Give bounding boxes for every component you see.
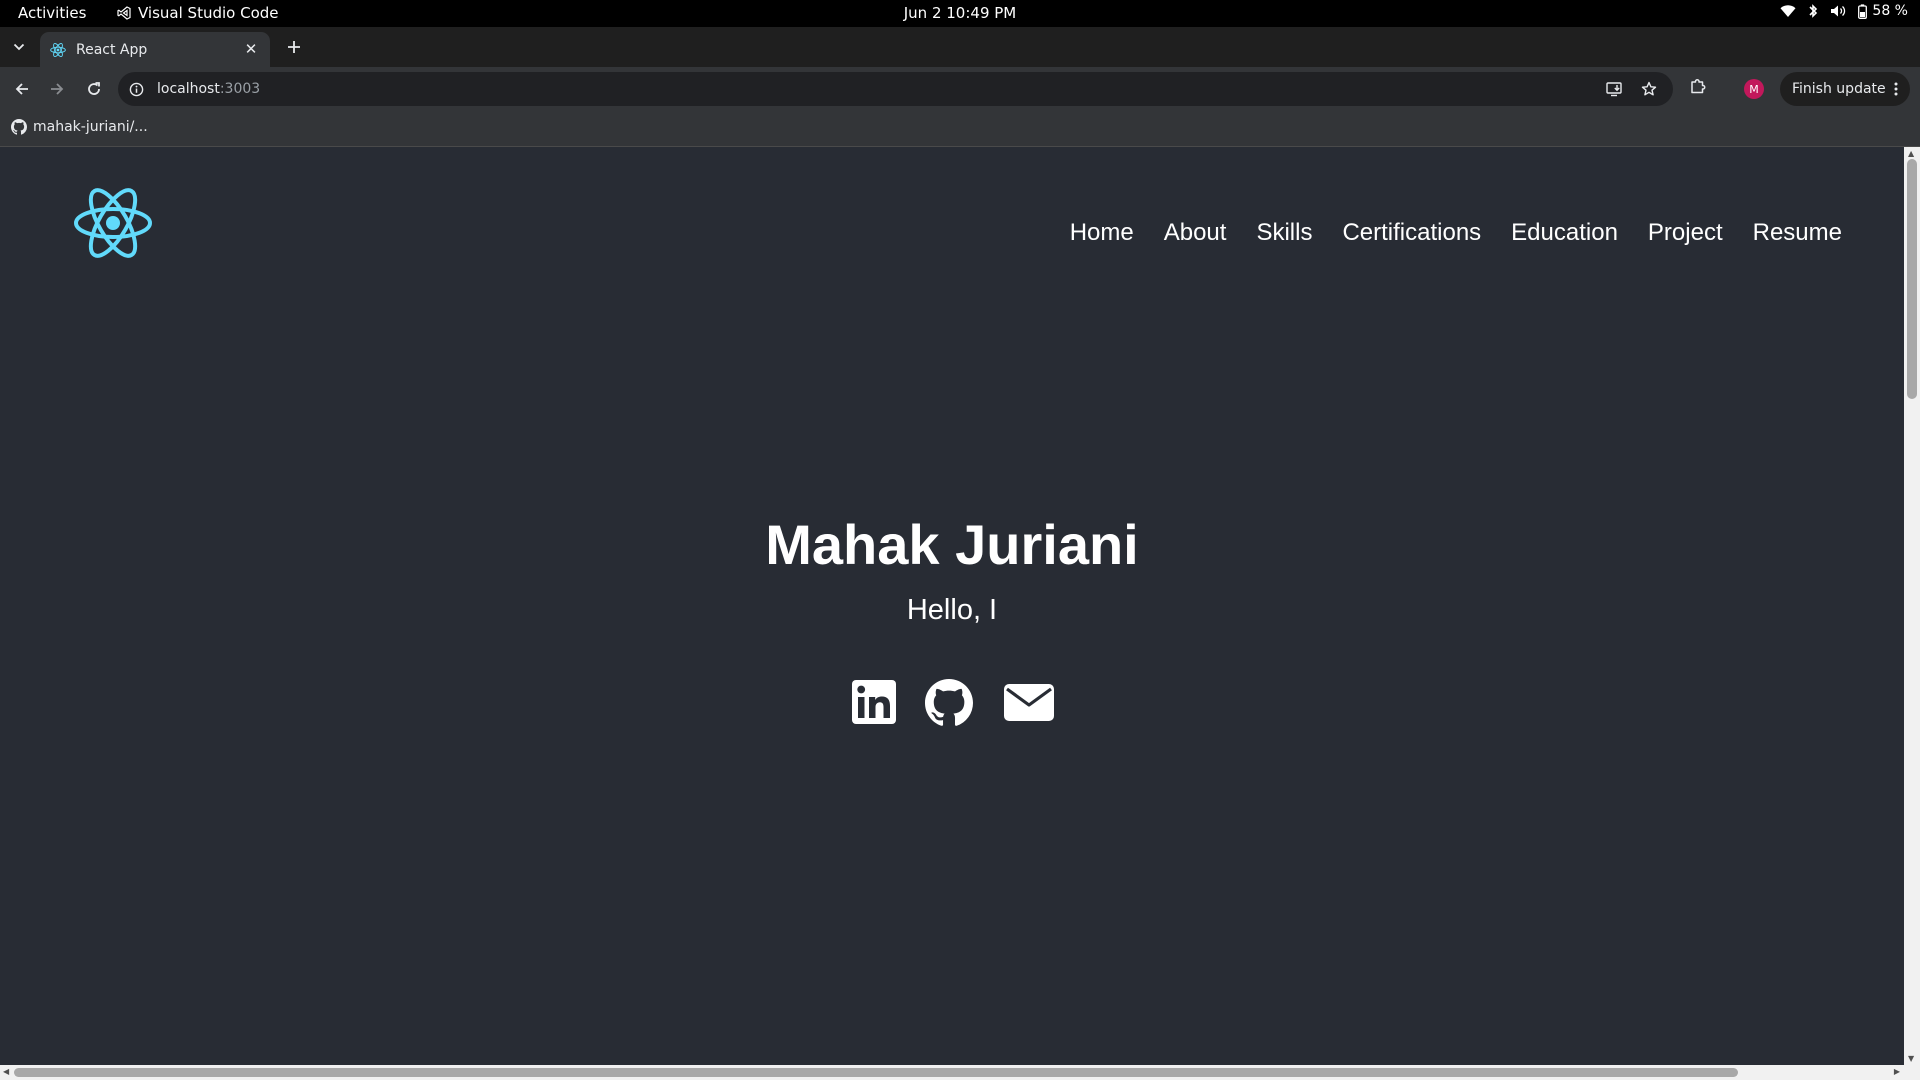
battery-percent: 58 %	[1872, 3, 1908, 19]
wifi-icon	[1780, 5, 1796, 17]
system-tray[interactable]: 58 %	[1780, 3, 1908, 19]
scroll-left-arrow-icon[interactable]: ◀	[3, 1067, 9, 1076]
nav-skills[interactable]: Skills	[1256, 219, 1312, 247]
battery-indicator: 58 %	[1858, 3, 1908, 19]
horizontal-scrollbar[interactable]: ◀ ▶	[0, 1065, 1920, 1080]
github-icon[interactable]	[925, 679, 973, 727]
system-top-bar: Activities Visual Studio Code Jun 2 10:4…	[0, 0, 1920, 27]
new-tab-button[interactable]	[281, 34, 307, 60]
scrollbar-thumb[interactable]	[14, 1068, 1738, 1077]
install-app-icon[interactable]	[1606, 81, 1623, 97]
scroll-down-arrow-icon[interactable]: ▼	[1908, 1054, 1914, 1063]
linkedin-icon[interactable]	[852, 680, 896, 724]
url-host: localhost	[157, 81, 220, 97]
tab-title: React App	[76, 41, 148, 58]
react-logo[interactable]	[72, 186, 154, 260]
puzzle-icon	[1691, 79, 1706, 94]
nav-about[interactable]: About	[1164, 219, 1227, 247]
tab-strip: React App ✕	[0, 27, 1920, 67]
info-icon[interactable]	[129, 82, 144, 97]
extensions-button[interactable]	[1689, 77, 1707, 99]
url-port: :3003	[219, 81, 261, 97]
page-viewport: Home About Skills Certifications Educati…	[0, 147, 1904, 1065]
profile-avatar[interactable]: M	[1744, 79, 1764, 99]
forward-button[interactable]	[45, 77, 69, 101]
hero-greeting: Hello, I	[906, 594, 998, 626]
arrow-right-icon	[51, 83, 64, 95]
battery-icon	[1858, 3, 1868, 19]
vertical-scrollbar[interactable]: ▲ ▼	[1904, 147, 1920, 1065]
star-icon[interactable]	[1641, 81, 1657, 97]
address-bar[interactable]: localhost:3003	[118, 72, 1673, 106]
hero-name: Mahak Juriani	[765, 513, 1139, 576]
nav-home[interactable]: Home	[1070, 219, 1134, 247]
bookmarks-bar: mahak-juriani/...	[0, 111, 1920, 147]
volume-icon	[1831, 5, 1846, 17]
scroll-up-arrow-icon[interactable]: ▲	[1908, 149, 1914, 158]
mail-icon[interactable]	[1004, 684, 1054, 721]
clock[interactable]: Jun 2 10:49 PM	[0, 4, 1920, 22]
tab-search-button[interactable]	[8, 36, 30, 58]
github-icon	[11, 119, 27, 135]
reload-icon	[88, 82, 100, 95]
finish-update-label: Finish update	[1792, 81, 1886, 97]
chevron-down-icon	[13, 43, 25, 51]
react-icon	[50, 42, 66, 57]
more-vert-icon	[1894, 82, 1898, 96]
bookmark-item[interactable]: mahak-juriani/...	[11, 119, 148, 135]
nav-education[interactable]: Education	[1511, 219, 1618, 247]
back-button[interactable]	[10, 77, 34, 101]
browser-toolbar: localhost:3003 M Finish update	[0, 67, 1920, 111]
tab-react-app[interactable]: React App ✕	[40, 32, 270, 67]
bookmark-label: mahak-juriani/...	[33, 119, 148, 135]
plus-icon	[288, 41, 300, 53]
bluetooth-icon	[1809, 4, 1818, 18]
scrollbar-thumb[interactable]	[1907, 159, 1917, 399]
scroll-right-arrow-icon[interactable]: ▶	[1894, 1067, 1900, 1076]
nav-resume[interactable]: Resume	[1753, 219, 1842, 247]
close-icon[interactable]: ✕	[242, 40, 260, 58]
nav-certifications[interactable]: Certifications	[1342, 219, 1481, 247]
finish-update-button[interactable]: Finish update	[1780, 72, 1910, 106]
site-nav: Home About Skills Certifications Educati…	[1070, 219, 1842, 247]
nav-project[interactable]: Project	[1648, 219, 1723, 247]
arrow-left-icon	[15, 83, 28, 95]
reload-button[interactable]	[82, 77, 106, 101]
